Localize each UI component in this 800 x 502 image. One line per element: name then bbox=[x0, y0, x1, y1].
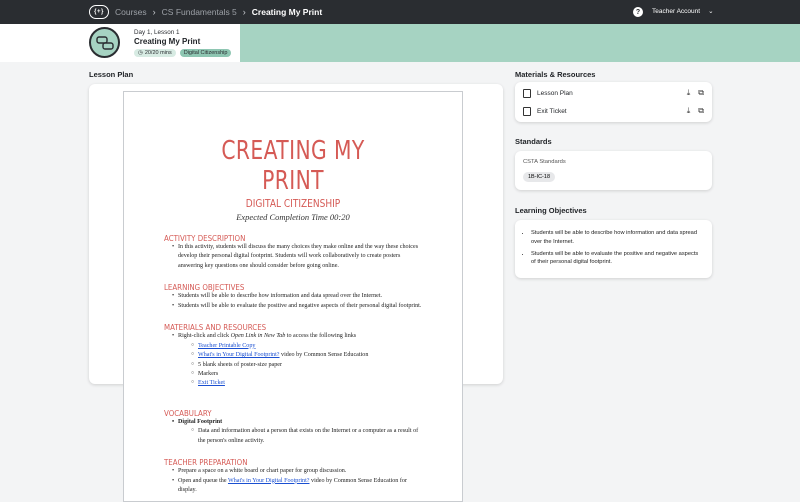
doc-subtitle: DIGITAL CITIZENSHIP bbox=[245, 197, 341, 210]
lesson-day: Day 1, Lesson 1 bbox=[134, 28, 180, 36]
doc-material: Markers bbox=[191, 370, 422, 379]
materials-heading: Materials & Resources bbox=[515, 70, 596, 79]
footprint-video-link[interactable]: What's in Your Digital Footprint? bbox=[228, 478, 310, 484]
lesson-plan-document[interactable]: CREATING MY PRINT DIGITAL CITIZENSHIP Ex… bbox=[123, 91, 463, 502]
exit-ticket-link[interactable]: Exit Ticket bbox=[198, 380, 225, 386]
materials-card: Lesson Plan ⤓ ⧉ Exit Ticket ⤓ ⧉ bbox=[515, 82, 712, 122]
doc-text: video by Common Sense Education bbox=[279, 352, 369, 359]
objective-item: Students will be able to describe how in… bbox=[531, 229, 702, 247]
doc-title: CREATING MY PRINT bbox=[221, 136, 365, 196]
download-icon[interactable]: ⤓ bbox=[687, 88, 691, 98]
doc-material: What's in Your Digital Footprint? video … bbox=[191, 351, 422, 360]
account-menu[interactable]: Teacher Account ⌄ bbox=[652, 7, 714, 16]
chevron-right-icon: › bbox=[152, 7, 156, 17]
chat-bubbles-icon bbox=[89, 27, 120, 58]
document-icon bbox=[523, 88, 531, 98]
objectives-heading: Learning Objectives bbox=[515, 206, 587, 215]
duration-text: 20/20 mins bbox=[144, 49, 172, 56]
doc-materials-intro: Right-click and click Open Link in New T… bbox=[172, 332, 422, 342]
chevron-down-icon: ⌄ bbox=[708, 8, 714, 15]
lesson-plan-heading: Lesson Plan bbox=[89, 70, 134, 79]
lesson-title: Creating My Print bbox=[134, 36, 201, 46]
doc-heading-objectives: LEARNING OBJECTIVES bbox=[164, 283, 245, 293]
category-badge: Digital Citizenship bbox=[179, 48, 232, 57]
lesson-header: Day 1, Lesson 1 Creating My Print ◷ 20/2… bbox=[89, 27, 232, 58]
doc-text: Open Link in New Tab bbox=[230, 333, 286, 340]
material-label: Exit Ticket bbox=[537, 107, 567, 115]
breadcrumb-current: Creating My Print bbox=[251, 7, 323, 17]
logo-icon[interactable]: {+} bbox=[89, 5, 109, 19]
doc-text: Open and queue the bbox=[178, 477, 228, 484]
standards-card: CSTA Standards 1B-IC-18 bbox=[515, 151, 712, 190]
doc-objective: Students will be able to describe how in… bbox=[172, 292, 422, 302]
external-link-icon[interactable]: ⧉ bbox=[698, 106, 704, 116]
doc-text: Right-click and click bbox=[178, 333, 231, 340]
breadcrumb-courses[interactable]: Courses bbox=[115, 7, 147, 17]
material-exit-ticket[interactable]: Exit Ticket ⤓ ⧉ bbox=[515, 102, 712, 120]
doc-vocab-term: Digital Footprint bbox=[172, 418, 422, 428]
objectives-card: Students will be able to describe how in… bbox=[515, 220, 712, 279]
clock-icon: ◷ bbox=[138, 49, 143, 56]
doc-material: Exit Ticket bbox=[191, 379, 422, 388]
doc-heading-prep: TEACHER PREPARATION bbox=[164, 458, 248, 468]
document-icon bbox=[523, 106, 531, 116]
breadcrumb-course[interactable]: CS Fundamentals 5 bbox=[162, 7, 237, 17]
doc-material: Teacher Printable Copy bbox=[191, 342, 422, 351]
external-link-icon[interactable]: ⧉ bbox=[698, 88, 704, 98]
doc-heading-activity: ACTIVITY DESCRIPTION bbox=[164, 234, 246, 243]
teacher-printable-link[interactable]: Teacher Printable Copy bbox=[198, 343, 255, 349]
doc-text: to access the following links bbox=[285, 333, 357, 340]
doc-vocab-definition: Data and information about a person that… bbox=[191, 427, 422, 446]
doc-objective: Students will be able to evaluate the po… bbox=[172, 302, 422, 312]
account-label: Teacher Account bbox=[652, 7, 701, 15]
breadcrumb: Courses › CS Fundamentals 5 › Creating M… bbox=[115, 7, 322, 17]
doc-heading-materials: MATERIALS AND RESOURCES bbox=[164, 323, 267, 333]
doc-heading-vocabulary: VOCABULARY bbox=[164, 408, 212, 418]
footprint-video-link[interactable]: What's in Your Digital Footprint? bbox=[198, 352, 280, 358]
download-icon[interactable]: ⤓ bbox=[687, 106, 691, 116]
doc-prep-item: Prepare a space on a white board or char… bbox=[172, 467, 422, 477]
chevron-right-icon: › bbox=[242, 7, 246, 17]
material-label: Lesson Plan bbox=[537, 89, 573, 97]
doc-prep-item: Open and queue the What's in Your Digita… bbox=[172, 477, 422, 496]
objective-item: Students will be able to evaluate the po… bbox=[531, 250, 702, 268]
doc-material: 5 blank sheets of poster-size paper bbox=[191, 361, 422, 370]
standards-heading: Standards bbox=[515, 137, 552, 146]
doc-time: Expected Completion Time 00:20 bbox=[236, 212, 350, 222]
duration-badge: ◷ 20/20 mins bbox=[134, 48, 176, 57]
standards-label: CSTA Standards bbox=[523, 159, 566, 165]
standard-badge[interactable]: 1B-IC-18 bbox=[523, 172, 556, 182]
top-nav-bar: {+} Courses › CS Fundamentals 5 › Creati… bbox=[0, 0, 800, 24]
help-icon[interactable]: ? bbox=[633, 7, 643, 17]
doc-activity-text: In this activity, students will discuss … bbox=[172, 243, 422, 271]
material-lesson-plan[interactable]: Lesson Plan ⤓ ⧉ bbox=[515, 84, 712, 102]
